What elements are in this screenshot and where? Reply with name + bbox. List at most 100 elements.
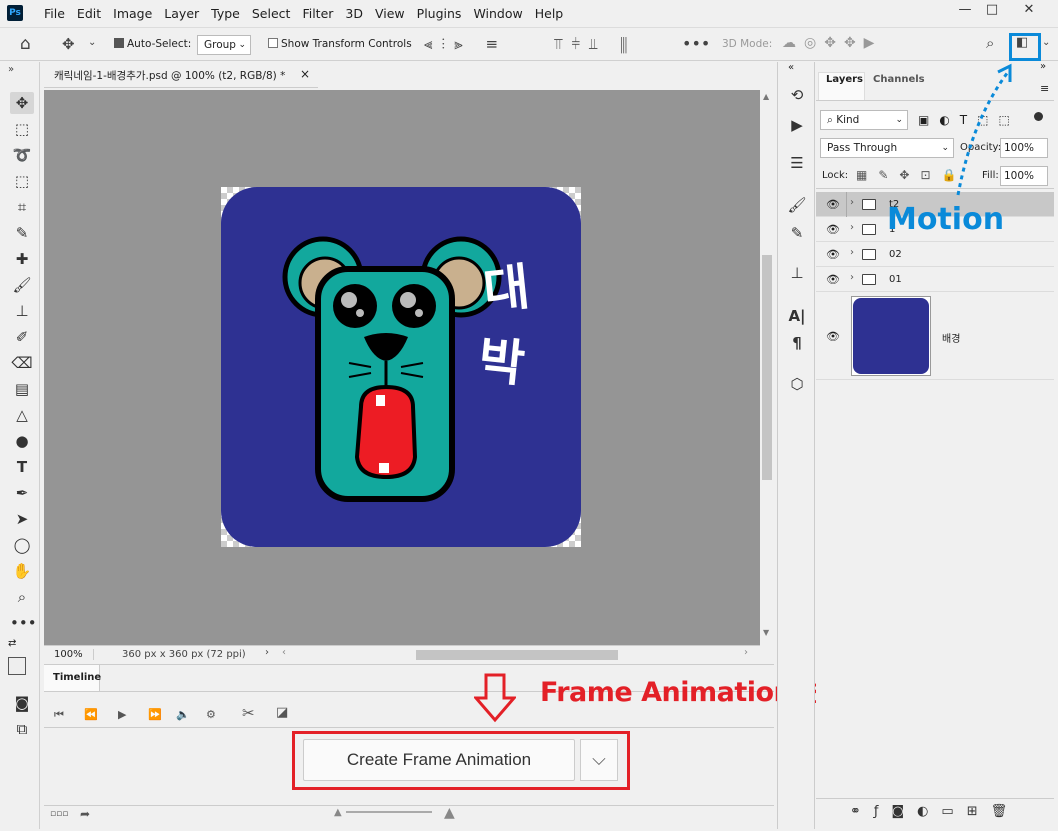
screen-mode-icon[interactable]: ⧉ xyxy=(10,718,34,740)
panel-collapse-icon[interactable]: » xyxy=(1040,61,1046,72)
render-icon[interactable]: ➦ xyxy=(80,807,90,821)
expand-icon[interactable]: « xyxy=(788,62,794,73)
zoom-in-icon[interactable]: ▲ xyxy=(444,805,455,821)
blur-tool-icon[interactable]: △ xyxy=(10,404,34,426)
eyedropper-tool-icon[interactable]: ✎ xyxy=(10,222,34,244)
layer-row[interactable]: 👁 › 01 xyxy=(816,267,1054,292)
hscroll-left-icon[interactable]: ‹ xyxy=(282,647,286,658)
actions-play-icon[interactable]: ▶ xyxy=(786,114,808,136)
expand-chevron-icon[interactable]: › xyxy=(850,222,854,233)
stamp-tool-icon[interactable]: ⊥ xyxy=(10,300,34,322)
search-icon[interactable]: ⌕ xyxy=(986,34,994,52)
lasso-tool-icon[interactable]: ➰ xyxy=(10,144,34,166)
brush-settings-icon[interactable]: 🖌 xyxy=(786,194,808,216)
expand-chevron-icon[interactable]: › xyxy=(850,247,854,258)
dodge-tool-icon[interactable]: ● xyxy=(10,430,34,452)
expand-chevron-icon[interactable]: › xyxy=(850,272,854,283)
layer-row[interactable]: 👁 배경 xyxy=(816,292,1054,380)
show-transform-checkbox[interactable]: Show Transform Controls xyxy=(268,38,412,50)
zoom-level[interactable]: 100% xyxy=(54,649,94,660)
eraser-tool-icon[interactable]: ⌫ xyxy=(10,352,34,374)
menu-layer[interactable]: Layer xyxy=(158,6,205,22)
quick-mask-icon[interactable]: ◙ xyxy=(10,692,34,714)
paragraph-panel-icon[interactable]: ¶ xyxy=(786,332,808,354)
swap-colors-icon[interactable]: ⇄ xyxy=(8,638,16,649)
filter-toggle[interactable] xyxy=(1034,112,1043,121)
document-tab[interactable]: 캐릭네임-1-배경추가.psd @ 100% (t2, RGB/8) * × xyxy=(44,62,318,88)
menu-type[interactable]: Type xyxy=(205,6,246,22)
hand-tool-icon[interactable]: ✋ xyxy=(10,560,34,582)
blend-mode-dropdown[interactable]: Pass Through ⌄ xyxy=(820,138,954,158)
layer-actions-icons[interactable]: ⚭ƒ◙◐▭⊞🗑 xyxy=(850,804,1020,819)
menu-view[interactable]: View xyxy=(369,6,411,22)
visibility-eye-icon[interactable]: 👁 xyxy=(826,223,840,236)
layer-row[interactable]: 👁 › 02 xyxy=(816,242,1054,267)
menu-plugins[interactable]: Plugins xyxy=(411,6,468,22)
crop-tool-icon[interactable]: ⌗ xyxy=(10,196,34,218)
restore-button[interactable]: □ xyxy=(975,0,1009,22)
menu-filter[interactable]: Filter xyxy=(296,6,339,22)
home-icon[interactable]: ⌂ xyxy=(20,34,31,54)
auto-select-checkbox[interactable]: Auto-Select: xyxy=(114,38,191,50)
chevron-down-icon[interactable]: ⌄ xyxy=(88,37,96,48)
timeline-zoom-slider[interactable] xyxy=(346,811,432,813)
auto-select-dropdown[interactable]: Group ⌄ xyxy=(197,35,251,55)
status-chevron-icon[interactable]: › xyxy=(265,647,269,658)
close-window-button[interactable]: ✕ xyxy=(1012,0,1046,22)
scroll-thumb[interactable] xyxy=(762,255,772,480)
canvas[interactable]: 대 박 xyxy=(221,187,581,547)
zoom-out-icon[interactable]: ▲ xyxy=(334,807,342,818)
channels-tab[interactable]: Channels xyxy=(873,74,925,85)
3d-panel-icon[interactable]: ⬡ xyxy=(786,373,808,395)
clone-source-icon[interactable]: ⊥ xyxy=(786,262,808,284)
healing-tool-icon[interactable]: ✚ xyxy=(10,248,34,270)
brush-tool-icon[interactable]: 🖌 xyxy=(10,274,34,296)
foreground-color-swatch[interactable] xyxy=(8,657,26,675)
brushes-icon[interactable]: ✎ xyxy=(786,222,808,244)
history-icon[interactable]: ⟲ xyxy=(786,84,808,106)
pen-tool-icon[interactable]: ✒ xyxy=(10,482,34,504)
move-tool-icon[interactable]: ✥ xyxy=(62,35,75,53)
play-icon[interactable]: ▶ xyxy=(118,708,126,721)
transition-icon[interactable]: ◪ xyxy=(276,705,288,720)
workspace-chevron-icon[interactable]: ⌄ xyxy=(1042,37,1050,48)
character-panel-icon[interactable]: A| xyxy=(786,305,808,327)
menu-select[interactable]: Select xyxy=(246,6,297,22)
first-frame-icon[interactable]: ⏮ xyxy=(54,708,64,722)
visibility-eye-icon[interactable]: 👁 xyxy=(826,273,840,286)
layers-tab[interactable]: Layers xyxy=(826,74,863,85)
visibility-eye-icon[interactable]: 👁 xyxy=(826,330,840,343)
panel-menu-icon[interactable]: ≡ xyxy=(1040,82,1049,95)
vertical-scrollbar[interactable]: ▲ ▼ xyxy=(760,90,774,645)
object-select-tool-icon[interactable]: ⬚ xyxy=(10,170,34,192)
align-icons[interactable]: ⫷⫶⫸ ≡ xyxy=(424,35,507,53)
gradient-tool-icon[interactable]: ▤ xyxy=(10,378,34,400)
zoom-tool-icon[interactable]: ⌕ xyxy=(10,586,34,608)
adjustments-icon[interactable]: ☰ xyxy=(786,152,808,174)
edit-toolbar-icon[interactable]: ••• xyxy=(10,612,37,634)
timeline-options-icon[interactable]: ▫▫▫ xyxy=(50,809,68,819)
visibility-eye-icon[interactable]: 👁 xyxy=(826,198,840,211)
timeline-tab[interactable]: Timeline xyxy=(44,665,101,691)
scroll-up-icon[interactable]: ▲ xyxy=(763,92,769,101)
scroll-down-icon[interactable]: ▼ xyxy=(763,628,769,637)
next-frame-icon[interactable]: ⏩ xyxy=(148,708,162,721)
visibility-eye-icon[interactable]: 👁 xyxy=(826,248,840,261)
ellipse-tool-icon[interactable]: ◯ xyxy=(10,534,34,556)
history-brush-icon[interactable]: ✐ xyxy=(10,326,34,348)
prev-frame-icon[interactable]: ⏪ xyxy=(84,708,98,721)
scissors-icon[interactable]: ✂ xyxy=(242,704,255,722)
menu-3d[interactable]: 3D xyxy=(339,6,369,22)
path-select-tool-icon[interactable]: ➤ xyxy=(10,508,34,530)
move-tool-icon[interactable]: ✥ xyxy=(10,92,34,114)
menu-edit[interactable]: Edit xyxy=(71,6,107,22)
distribute-icons[interactable]: ⫪⫩⫫ ⫼ xyxy=(554,35,636,53)
horizontal-scroll-thumb[interactable] xyxy=(416,650,618,660)
audio-icon[interactable]: 🔈 xyxy=(176,708,190,721)
expand-chevron-icon[interactable]: › xyxy=(850,197,854,208)
type-tool-icon[interactable]: T xyxy=(10,456,34,478)
collapse-icon[interactable]: » xyxy=(8,64,14,75)
menu-help[interactable]: Help xyxy=(529,6,570,22)
menu-image[interactable]: Image xyxy=(107,6,158,22)
settings-gear-icon[interactable]: ⚙ xyxy=(206,708,216,721)
